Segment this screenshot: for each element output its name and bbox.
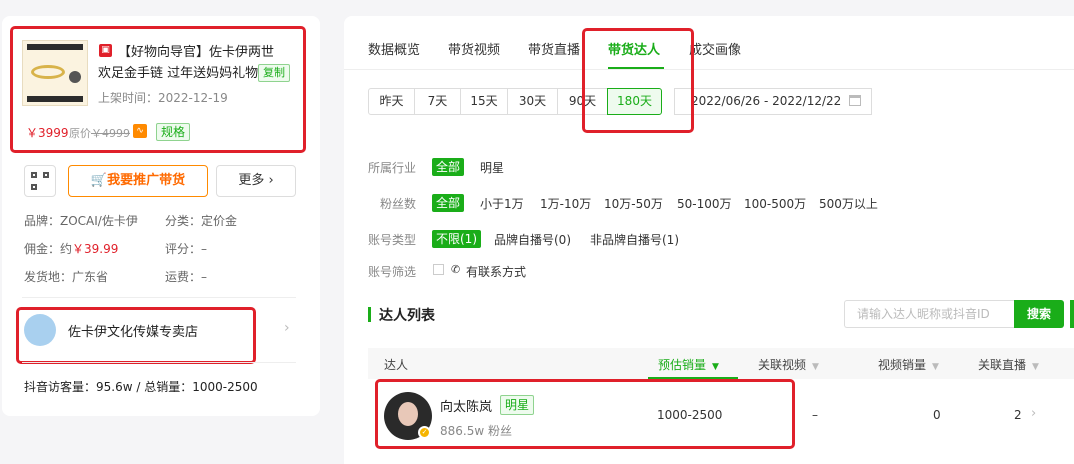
phone-icon: ✆	[451, 263, 461, 276]
listing-time: 上架时间：2022-12-19	[98, 91, 228, 105]
account-type-any[interactable]: 不限(1)	[432, 230, 481, 248]
account-type-label: 账号类型	[368, 233, 417, 247]
copy-button[interactable]: 复制	[258, 64, 290, 82]
shop-name[interactable]: 佐卡伊文化传媒专卖店	[68, 321, 198, 340]
cart-icon: 🛒	[90, 173, 108, 188]
calendar-icon[interactable]	[849, 95, 861, 106]
industry-option-star[interactable]: 明星	[480, 159, 504, 176]
fans-label: 粉丝数	[380, 197, 417, 211]
divider	[344, 69, 1074, 70]
product-price: ￥3999	[26, 126, 69, 140]
industry-option-all[interactable]: 全部	[432, 158, 465, 176]
fans-option-1m-5m[interactable]: 100-500万	[744, 195, 806, 212]
talent-search-input[interactable]: 请输入达人昵称或抖音ID	[844, 300, 1016, 328]
sort-icon: ▼	[812, 362, 819, 372]
column-video-sales[interactable]: 视频销量 ▼	[878, 356, 939, 373]
tab-talents[interactable]: 带货达人	[608, 39, 660, 58]
spec-button[interactable]: 规格	[156, 123, 191, 141]
talent-videos: –	[812, 408, 818, 422]
chevron-right-icon[interactable]: ›	[1031, 406, 1036, 421]
qr-code-icon	[31, 172, 37, 178]
price-trend-icon[interactable]: ∿	[133, 124, 147, 138]
fans-option-lt10k[interactable]: 小于1万	[480, 195, 524, 212]
rating-info: 评分：–	[165, 242, 208, 256]
date-filter-7d[interactable]: 7天	[414, 88, 461, 115]
fans-option-gt5m[interactable]: 500万以上	[819, 195, 878, 212]
product-title-line2[interactable]: 欢足金手链 过年送妈妈礼物	[98, 63, 260, 84]
date-range-picker[interactable]: 2022/06/26 - 2022/12/22	[674, 88, 872, 115]
sort-column-indicator	[648, 377, 738, 379]
qr-code-button[interactable]	[24, 165, 56, 197]
commission-info: 佣金：约￥39.99	[24, 242, 119, 256]
promote-button[interactable]: 🛒我要推广带货	[68, 165, 208, 197]
tab-data-overview[interactable]: 数据概览	[368, 39, 420, 58]
divider	[22, 362, 296, 363]
tab-videos[interactable]: 带货视频	[448, 39, 500, 58]
visitor-sales-stats: 抖音访客量：95.6w / 总销量：1000-2500	[24, 380, 258, 394]
shipping-info: 运费：–	[165, 270, 208, 284]
tab-live[interactable]: 带货直播	[528, 39, 580, 58]
talent-tag: 明星	[500, 395, 535, 415]
talent-name[interactable]: 向太陈岚	[440, 396, 492, 415]
fans-option-all[interactable]: 全部	[432, 194, 465, 212]
column-videos[interactable]: 关联视频 ▼	[758, 356, 819, 373]
origin-info: 发货地：广东省	[24, 270, 109, 284]
talent-est-sales: 1000-2500	[657, 408, 723, 422]
fans-option-500k-1m[interactable]: 50-100万	[677, 195, 732, 212]
account-type-non-brand[interactable]: 非品牌自播号(1)	[590, 231, 679, 248]
date-filter-180d[interactable]: 180天	[607, 88, 662, 115]
contact-checkbox[interactable]	[433, 264, 444, 275]
column-lives[interactable]: 关联直播 ▼	[978, 356, 1039, 373]
original-price: 原价￥4999	[69, 127, 130, 140]
talent-fans: 886.5w 粉丝	[440, 424, 512, 438]
category-info: 分类：定价金	[165, 214, 238, 228]
chevron-right-icon[interactable]: ›	[284, 320, 290, 336]
export-button[interactable]	[1070, 300, 1074, 328]
talent-video-sales: 0	[933, 408, 941, 422]
date-filter-90d[interactable]: 90天	[557, 88, 608, 115]
table-header	[368, 348, 1074, 379]
column-talent: 达人	[384, 358, 409, 372]
shop-avatar[interactable]	[24, 314, 56, 346]
date-filter-15d[interactable]: 15天	[460, 88, 508, 115]
product-title-line1[interactable]: 【好物向导官】佐卡伊两世	[118, 42, 296, 63]
account-filter-label: 账号筛选	[368, 265, 417, 279]
date-filter-yesterday[interactable]: 昨天	[368, 88, 415, 115]
search-button[interactable]: 搜索	[1014, 300, 1064, 328]
fans-option-10k-100k[interactable]: 1万-10万	[540, 195, 591, 212]
contact-filter-label[interactable]: 有联系方式	[466, 263, 526, 280]
more-button[interactable]: 更多 ›	[216, 165, 296, 197]
brand-info: 品牌：ZOCAI/佐卡伊	[24, 214, 138, 228]
sort-icon: ▼	[932, 362, 939, 372]
industry-label: 所属行业	[368, 161, 417, 175]
account-type-brand[interactable]: 品牌自播号(0)	[494, 231, 571, 248]
column-est-sales[interactable]: 预估销量 ▼	[658, 356, 719, 373]
verified-icon: ✓	[418, 426, 431, 439]
talent-lives[interactable]: 2	[1014, 408, 1022, 422]
product-thumbnail[interactable]	[22, 40, 88, 106]
section-accent-bar	[368, 307, 371, 322]
sort-desc-icon: ▼	[712, 362, 719, 372]
sort-icon: ▼	[1032, 362, 1039, 372]
tab-buyer-profile[interactable]: 成交画像	[689, 39, 741, 58]
section-title: 达人列表	[379, 308, 435, 324]
divider	[22, 297, 296, 298]
date-filter-30d[interactable]: 30天	[507, 88, 558, 115]
fans-option-100k-500k[interactable]: 10万-50万	[604, 195, 663, 212]
douyin-icon: ▣	[99, 44, 112, 57]
